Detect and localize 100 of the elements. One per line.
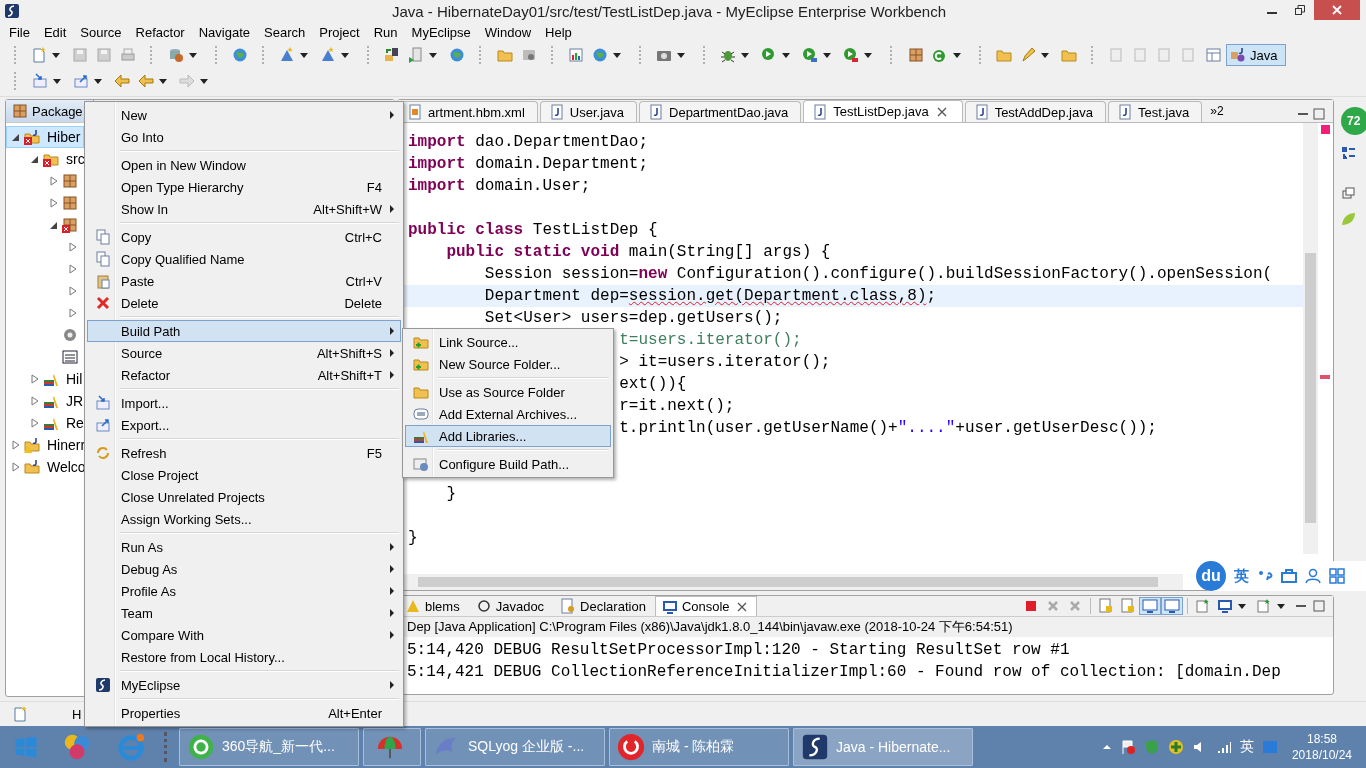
editor-tab[interactable]: TestListDep.java <box>803 100 963 122</box>
open-folder-icon[interactable] <box>995 47 1012 63</box>
tree-item[interactable]: Welco <box>6 456 90 478</box>
menu-item[interactable]: Edit <box>36 24 74 40</box>
expand-arrow-icon[interactable] <box>68 242 78 252</box>
view-tab[interactable]: blems <box>398 596 467 616</box>
expand-arrow-icon[interactable] <box>30 418 40 428</box>
app-icon[interactable] <box>62 732 92 762</box>
menu-item[interactable]: Refactor <box>128 24 192 40</box>
collapse-arrow-icon[interactable] <box>11 132 21 142</box>
deploy-icon[interactable] <box>384 47 401 63</box>
run-tool-icon[interactable] <box>802 47 819 63</box>
expand-arrow-icon[interactable] <box>68 308 78 318</box>
export-icon[interactable] <box>73 73 89 89</box>
menu-item[interactable]: Source <box>73 24 129 40</box>
menu-item[interactable]: Compare With <box>87 624 401 646</box>
network-icon[interactable] <box>1215 739 1232 755</box>
annotation-marker-icon[interactable] <box>1320 375 1330 379</box>
display-console-icon[interactable] <box>1217 598 1233 614</box>
menu-item[interactable]: Navigate <box>191 24 257 40</box>
menu-item[interactable]: Open Type Hierarchy F4 <box>87 176 401 198</box>
scrollbar[interactable] <box>1303 123 1318 554</box>
new-class-icon[interactable] <box>931 47 948 63</box>
menu-item[interactable]: Add Libraries... <box>405 425 611 447</box>
view-tab[interactable]: Declaration <box>553 596 653 616</box>
menu-item[interactable]: File <box>2 24 37 40</box>
menu-item[interactable]: Debug As <box>87 558 401 580</box>
editor-tab[interactable]: TestAddDep.java <box>964 101 1106 122</box>
clock-time[interactable]: 18:58 <box>1306 731 1337 747</box>
menu-item[interactable]: Build Path <box>87 320 401 342</box>
menu-item[interactable]: Add External Archives... <box>405 403 611 425</box>
open-console-icon[interactable] <box>1195 598 1211 614</box>
menu-item[interactable]: MyEclipse <box>87 674 401 696</box>
collapse-arrow-icon[interactable] <box>30 154 40 164</box>
menu-item[interactable]: New Source Folder... <box>405 353 611 375</box>
expand-arrow-icon[interactable] <box>49 176 59 186</box>
globe-icon[interactable] <box>449 47 466 63</box>
more-tabs-button[interactable]: »2 <box>1204 104 1230 118</box>
menu-item[interactable]: Open in New Window <box>87 154 401 176</box>
run-tool-icon[interactable] <box>843 47 860 63</box>
open-perspective-icon[interactable] <box>1206 47 1222 63</box>
menu-item[interactable]: Restore from Local History... <box>87 646 401 668</box>
menu-item[interactable]: Project <box>312 24 367 40</box>
tree-item[interactable]: src <box>6 148 89 170</box>
back-icon[interactable] <box>114 73 130 89</box>
music-icon[interactable] <box>616 732 646 762</box>
language-toggle[interactable]: 英 <box>1234 566 1249 586</box>
user-icon[interactable] <box>1305 568 1321 584</box>
tree-item[interactable]: Hil <box>6 368 87 390</box>
editor-tab[interactable]: User.java <box>539 101 637 122</box>
expand-arrow-icon[interactable] <box>68 264 78 274</box>
perspective-button[interactable]: Java <box>1226 44 1287 66</box>
menu-item[interactable]: Window <box>477 24 539 40</box>
browser-icon[interactable] <box>186 732 216 762</box>
folder-icon[interactable] <box>1060 47 1077 63</box>
input-method-indicator[interactable]: 英 <box>1239 738 1254 756</box>
view-tab[interactable]: Console <box>654 596 757 616</box>
new-package-icon[interactable] <box>907 47 924 63</box>
menu-item[interactable]: Refresh F5 <box>87 442 401 464</box>
view-tab[interactable]: Javadoc <box>468 596 552 616</box>
menu-item[interactable]: Close Project <box>87 464 401 486</box>
close-button[interactable] <box>1314 0 1360 20</box>
ime-logo[interactable]: du <box>1196 561 1226 591</box>
taskbar-item[interactable] <box>363 728 421 766</box>
expand-arrow-icon[interactable] <box>11 462 21 472</box>
report-icon[interactable] <box>567 47 584 63</box>
scroll-lock-icon[interactable] <box>1120 598 1136 614</box>
menu-item[interactable]: Paste Ctrl+V <box>87 270 401 292</box>
menu-item[interactable]: Search <box>257 24 313 40</box>
menu-item[interactable]: Export... <box>87 414 401 436</box>
menu-item[interactable]: Refactor Alt+Shift+T <box>87 364 401 386</box>
expand-arrow-icon[interactable] <box>68 286 78 296</box>
view-tab[interactable]: Package <box>6 100 94 122</box>
expand-arrow-icon[interactable] <box>11 440 21 450</box>
menu-item[interactable]: Import... <box>87 392 401 414</box>
flag-icon[interactable] <box>1119 739 1136 755</box>
editor-tab[interactable]: Test.java <box>1107 101 1203 122</box>
print-icon[interactable] <box>120 47 137 63</box>
tree-item[interactable]: JR <box>6 390 88 412</box>
menu-item[interactable]: MyEclipse <box>404 24 478 40</box>
outline-icon[interactable] <box>1340 145 1356 161</box>
menu-item[interactable]: Source Alt+Shift+S <box>87 342 401 364</box>
clock-date[interactable]: 2018/10/24 <box>1291 747 1352 763</box>
menu-item[interactable]: Delete Delete <box>87 292 401 314</box>
menu-item[interactable]: Run <box>366 24 405 40</box>
menu-item[interactable]: Run As <box>87 536 401 558</box>
menu-item[interactable]: Go Into <box>87 126 401 148</box>
menu-item[interactable]: Copy Ctrl+C <box>87 226 401 248</box>
editor-tab[interactable]: DepartmentDao.java <box>639 101 802 122</box>
tree-item[interactable]: Re <box>6 412 88 434</box>
tree-item[interactable]: Hinerr <box>6 434 90 456</box>
menu-item[interactable]: Link Source... <box>405 331 611 353</box>
restore-icon[interactable] <box>1340 185 1356 201</box>
grid-icon[interactable] <box>1329 568 1345 584</box>
expand-arrow-icon[interactable] <box>49 198 59 208</box>
clear-console-icon[interactable] <box>1098 598 1114 614</box>
show-console-icon[interactable] <box>1164 598 1180 614</box>
menu-item[interactable]: Copy Qualified Name <box>87 248 401 270</box>
pin-icon[interactable] <box>1142 598 1158 614</box>
plus-icon[interactable] <box>1167 739 1184 755</box>
